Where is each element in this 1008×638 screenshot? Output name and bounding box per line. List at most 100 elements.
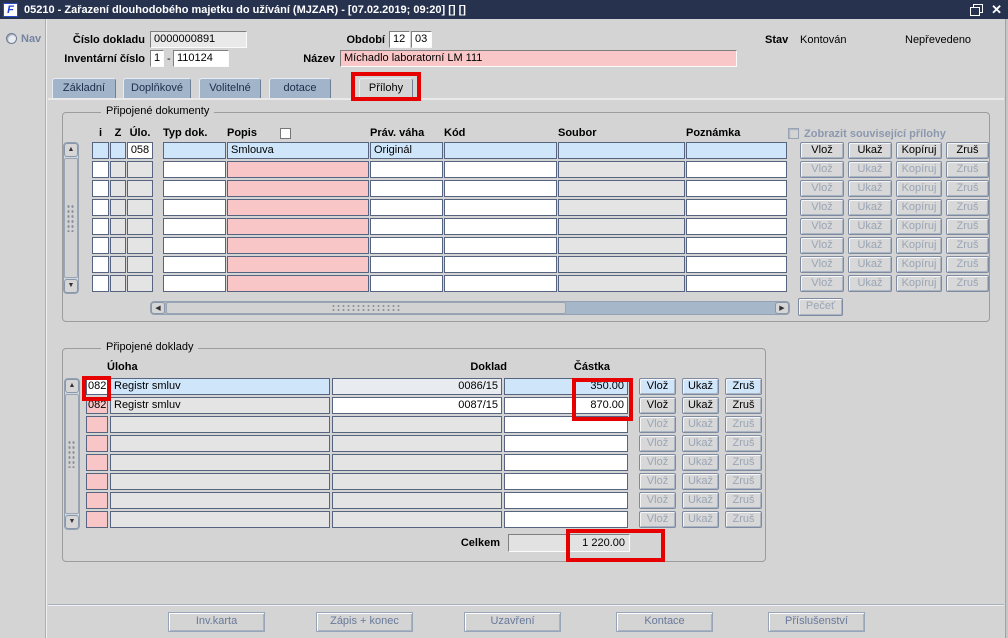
documents-vertical-scrollbar[interactable]: ▲ ▼	[63, 142, 79, 294]
cell-ulo[interactable]	[127, 237, 153, 254]
cell-ulo[interactable]	[127, 275, 153, 292]
cell-popis[interactable]	[227, 180, 369, 197]
period-month-field[interactable]: 12	[389, 31, 410, 48]
cell-soubor[interactable]	[558, 237, 685, 254]
cell-kod[interactable]	[444, 180, 557, 197]
vloz-button[interactable]: Vlož	[800, 142, 844, 159]
ukaz-button[interactable]: Ukaž	[682, 378, 719, 395]
cell-doklad[interactable]: 0087/15	[332, 397, 502, 414]
zrus-button[interactable]: Zruš	[725, 397, 762, 414]
tab-zakladni[interactable]: Základní	[52, 78, 116, 99]
cell-poznamka[interactable]	[686, 237, 787, 254]
cell-poznamka[interactable]	[686, 256, 787, 273]
scrollbar-thumb[interactable]	[64, 158, 78, 278]
cell-poznamka[interactable]	[686, 199, 787, 216]
cell-typ-dok[interactable]	[163, 142, 226, 159]
scrollbar-thumb[interactable]	[166, 302, 566, 314]
scroll-down-icon[interactable]: ▼	[65, 515, 79, 529]
cell-prav-vaha[interactable]	[370, 199, 443, 216]
cell-popis[interactable]	[227, 199, 369, 216]
cell-soubor[interactable]	[558, 275, 685, 292]
cell-z[interactable]	[110, 256, 126, 273]
vloz-button[interactable]: Vlož	[639, 378, 676, 395]
cell-uloha-desc[interactable]	[110, 435, 330, 452]
cell-ulo[interactable]	[127, 199, 153, 216]
tab-volitelne[interactable]: Volitelné	[199, 78, 261, 99]
cell-kod[interactable]	[444, 275, 557, 292]
cell-typ-dok[interactable]	[163, 256, 226, 273]
inventory-number-field[interactable]: 110124	[173, 50, 229, 67]
inventory-prefix-field[interactable]: 1	[150, 50, 164, 67]
cell-ulo[interactable]	[127, 180, 153, 197]
uzavreni-button[interactable]: Uzavření	[464, 612, 561, 632]
cell-uloha-code[interactable]	[86, 473, 108, 490]
cell-popis[interactable]	[227, 161, 369, 178]
cell-kod[interactable]	[444, 237, 557, 254]
zapis-konec-button[interactable]: Zápis + konec	[316, 612, 413, 632]
cell-doklad[interactable]	[332, 511, 502, 528]
close-window-icon[interactable]: ✕	[991, 3, 1002, 16]
zrus-button[interactable]: Zruš	[946, 142, 989, 159]
cell-i[interactable]	[92, 256, 109, 273]
kopiruj-button[interactable]: Kopíruj	[896, 142, 942, 159]
cell-uloha-desc[interactable]	[110, 473, 330, 490]
cell-popis[interactable]	[227, 256, 369, 273]
cell-kod[interactable]	[444, 199, 557, 216]
cell-uloha-code[interactable]	[86, 435, 108, 452]
scroll-up-icon[interactable]: ▲	[64, 143, 78, 157]
tab-doplnkove[interactable]: Doplňkové	[123, 78, 191, 99]
cell-prav-vaha[interactable]: Originál	[370, 142, 443, 159]
cell-prav-vaha[interactable]	[370, 256, 443, 273]
cell-ulo[interactable]	[127, 256, 153, 273]
cell-i[interactable]	[92, 161, 109, 178]
cell-doklad[interactable]	[332, 473, 502, 490]
popis-filter-checkbox[interactable]	[280, 128, 291, 139]
cell-uloha-code[interactable]	[86, 511, 108, 528]
cell-z[interactable]	[110, 142, 126, 159]
cell-castka[interactable]	[504, 454, 628, 471]
restore-window-icon[interactable]	[970, 3, 984, 16]
cell-z[interactable]	[110, 199, 126, 216]
cell-ulo[interactable]: 058	[127, 142, 153, 159]
prislusenstvi-button[interactable]: Příslušenství	[768, 612, 865, 632]
cell-z[interactable]	[110, 161, 126, 178]
cell-doklad[interactable]: 0086/15	[332, 378, 502, 395]
cell-doklad[interactable]	[332, 435, 502, 452]
name-field[interactable]: Míchadlo laboratorní LM 111	[340, 50, 737, 67]
cell-kod[interactable]	[444, 142, 557, 159]
cell-soubor[interactable]	[558, 256, 685, 273]
cell-prav-vaha[interactable]	[370, 275, 443, 292]
cell-typ-dok[interactable]	[163, 161, 226, 178]
cell-typ-dok[interactable]	[163, 275, 226, 292]
cell-castka[interactable]	[504, 473, 628, 490]
tab-dotace[interactable]: dotace	[269, 78, 331, 99]
cell-uloha-desc[interactable]	[110, 511, 330, 528]
cell-kod[interactable]	[444, 161, 557, 178]
cell-uloha-code[interactable]	[86, 416, 108, 433]
cell-uloha-desc[interactable]	[110, 416, 330, 433]
cell-castka[interactable]	[504, 511, 628, 528]
cell-uloha-code[interactable]	[86, 492, 108, 509]
cell-kod[interactable]	[444, 256, 557, 273]
scrollbar-thumb[interactable]	[65, 394, 79, 514]
cell-poznamka[interactable]	[686, 142, 787, 159]
cell-soubor[interactable]	[558, 218, 685, 235]
vloz-button[interactable]: Vlož	[639, 397, 676, 414]
zrus-button[interactable]: Zruš	[725, 378, 762, 395]
cell-poznamka[interactable]	[686, 275, 787, 292]
inv-karta-button[interactable]: Inv.karta	[168, 612, 265, 632]
cell-z[interactable]	[110, 180, 126, 197]
cell-popis[interactable]: Smlouva	[227, 142, 369, 159]
documents-horizontal-scrollbar[interactable]: ◀ ▶	[150, 301, 790, 315]
ukaz-button[interactable]: Ukaž	[682, 397, 719, 414]
cell-prav-vaha[interactable]	[370, 237, 443, 254]
cell-castka[interactable]	[504, 492, 628, 509]
cell-i[interactable]	[92, 218, 109, 235]
cell-typ-dok[interactable]	[163, 237, 226, 254]
cell-popis[interactable]	[227, 237, 369, 254]
cell-prav-vaha[interactable]	[370, 180, 443, 197]
cell-soubor[interactable]	[558, 180, 685, 197]
kontace-button[interactable]: Kontace	[616, 612, 713, 632]
cell-uloha-desc[interactable]: Registr smluv	[110, 378, 330, 395]
cell-poznamka[interactable]	[686, 180, 787, 197]
